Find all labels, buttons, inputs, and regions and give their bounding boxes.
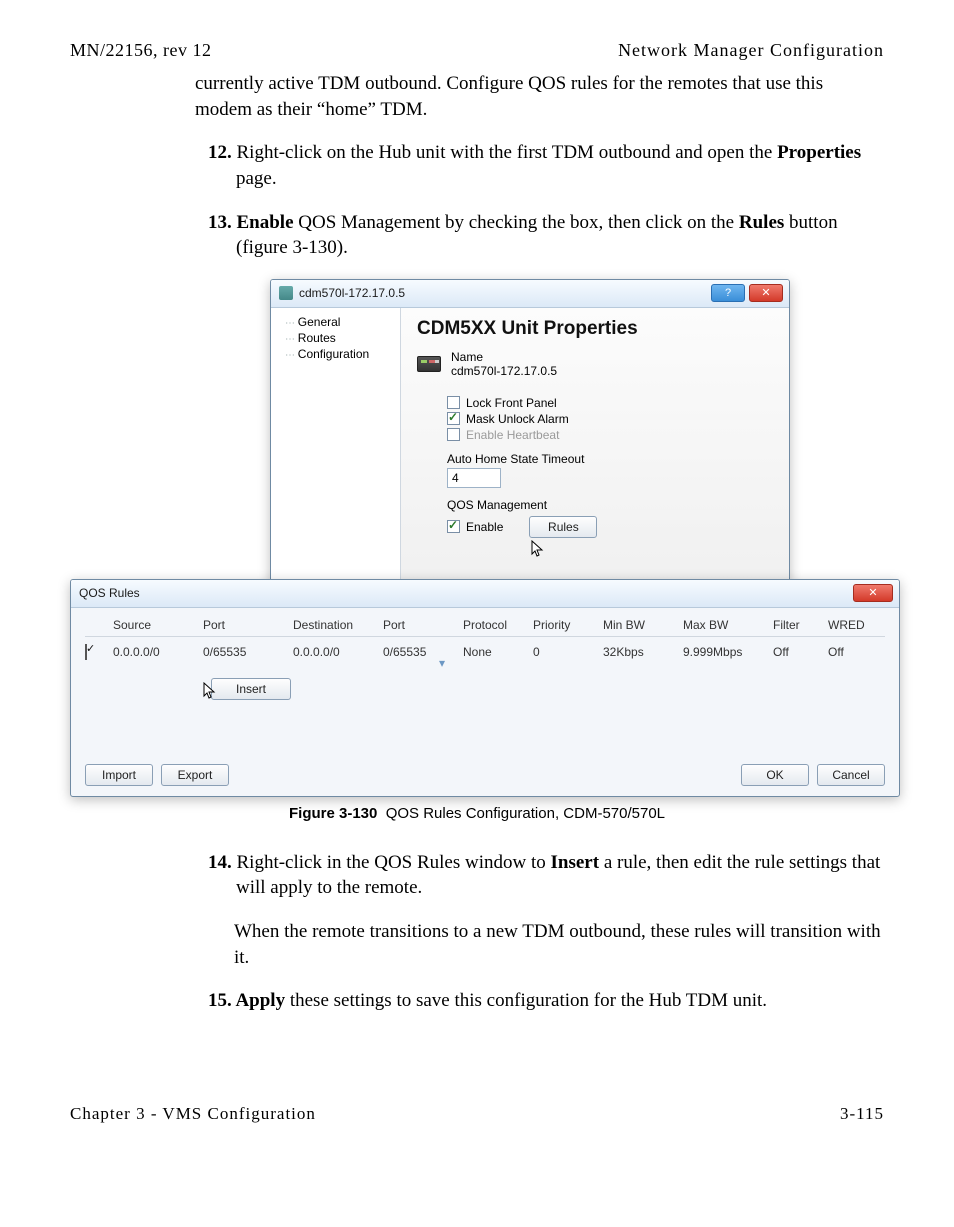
name-label: Name — [451, 350, 557, 364]
export-button[interactable]: Export — [161, 764, 229, 786]
cell-priority: 0 — [533, 645, 603, 659]
step-12-number: 12. — [208, 142, 232, 163]
cancel-button[interactable]: Cancel — [817, 764, 885, 786]
checkbox-heartbeat-label: Enable Heartbeat — [466, 428, 559, 442]
step-15-number: 15. — [208, 990, 232, 1011]
doc-section: Network Manager Configuration — [618, 40, 884, 61]
cell-sport: 0/65535 — [203, 645, 293, 659]
cell-maxbw: 9.999Mbps — [683, 645, 773, 659]
checkbox-qos-enable[interactable] — [447, 520, 460, 533]
close-icon[interactable]: ✕ — [853, 584, 893, 602]
step-13-number: 13. — [208, 212, 232, 233]
tree-node-configuration[interactable]: Configuration — [277, 346, 394, 362]
properties-word: Properties — [777, 142, 861, 163]
doc-id: MN/22156, rev 12 — [70, 40, 212, 61]
step-14-number: 14. — [208, 852, 232, 873]
cell-dport: 0/65535 — [383, 645, 463, 659]
col-priority: Priority — [533, 618, 603, 632]
col-maxbw: Max BW — [683, 618, 773, 632]
auto-home-label: Auto Home State Timeout — [447, 452, 773, 466]
cell-minbw: 32Kbps — [603, 645, 683, 659]
checkbox-heartbeat[interactable] — [447, 428, 460, 441]
import-button[interactable]: Import — [85, 764, 153, 786]
unit-properties-dialog: cdm570l-172.17.0.5 ? ✕ General Routes Co… — [270, 279, 790, 589]
intro-paragraph: currently active TDM outbound. Configure… — [195, 71, 884, 122]
step-14: 14. Right-click in the QOS Rules window … — [208, 850, 884, 901]
titlebar: QOS Rules ✕ — [71, 580, 899, 608]
cell-source: 0.0.0.0/0 — [113, 645, 203, 659]
footer-left: Chapter 3 - VMS Configuration — [70, 1104, 316, 1124]
rules-button[interactable]: Rules — [529, 516, 597, 538]
window-title: cdm570l-172.17.0.5 — [299, 286, 405, 300]
cursor-icon — [203, 682, 217, 700]
step-14-note: When the remote transitions to a new TDM… — [234, 919, 884, 970]
col-minbw: Min BW — [603, 618, 683, 632]
cell-protocol: None — [463, 645, 492, 659]
step-15: 15. Apply these settings to save this co… — [208, 988, 884, 1014]
cell-filter: Off — [773, 645, 828, 659]
enable-heartbeat-row[interactable]: Enable Heartbeat — [447, 428, 773, 442]
window-title: QOS Rules — [79, 586, 140, 600]
table-header: Source Port Destination Port Protocol Pr… — [85, 618, 885, 637]
mask-unlock-row[interactable]: Mask Unlock Alarm — [447, 412, 773, 426]
close-icon[interactable]: ✕ — [749, 284, 783, 302]
rules-word: Rules — [739, 212, 784, 233]
cursor-icon — [531, 540, 545, 558]
step-12: 12. Right-click on the Hub unit with the… — [208, 140, 884, 191]
checkbox-qos-enable-label: Enable — [466, 520, 503, 534]
titlebar: cdm570l-172.17.0.5 ? ✕ — [271, 280, 789, 308]
col-source: Source — [113, 618, 203, 632]
qos-management-label: QOS Management — [447, 498, 773, 512]
checkbox-lock[interactable] — [447, 396, 460, 409]
figure-caption: Figure 3-130 QOS Rules Configuration, CD… — [70, 805, 884, 822]
table-row[interactable]: 0.0.0.0/0 0/65535 0.0.0.0/0 0/65535 None… — [85, 641, 885, 663]
panel-heading: CDM5XX Unit Properties — [417, 318, 773, 340]
name-value: cdm570l-172.17.0.5 — [451, 364, 557, 378]
help-icon[interactable]: ? — [711, 284, 745, 302]
tree-node-routes[interactable]: Routes — [277, 330, 394, 346]
col-wred: WRED — [828, 618, 888, 632]
checkbox-mask-label: Mask Unlock Alarm — [466, 412, 569, 426]
step-13: 13. Enable QOS Management by checking th… — [208, 210, 884, 261]
chevron-down-icon: ▾ — [439, 656, 445, 670]
tree-node-general[interactable]: General — [277, 314, 394, 330]
nav-tree[interactable]: General Routes Configuration — [271, 308, 401, 588]
row-checkbox[interactable] — [85, 644, 87, 660]
col-port2: Port — [383, 618, 463, 632]
modem-icon — [417, 356, 441, 372]
ok-button[interactable]: OK — [741, 764, 809, 786]
cell-wred: Off — [828, 645, 888, 659]
qos-rules-dialog: QOS Rules ✕ Source Port Destination Port… — [70, 579, 900, 797]
app-icon — [279, 286, 293, 300]
checkbox-lock-label: Lock Front Panel — [466, 396, 557, 410]
insert-button[interactable]: Insert — [211, 678, 291, 700]
lock-front-panel-row[interactable]: Lock Front Panel — [447, 396, 773, 410]
footer-right: 3-115 — [840, 1104, 884, 1124]
auto-home-input[interactable]: 4 — [447, 468, 501, 488]
col-filter: Filter — [773, 618, 828, 632]
checkbox-mask[interactable] — [447, 412, 460, 425]
cell-dest: 0.0.0.0/0 — [293, 645, 383, 659]
col-destination: Destination — [293, 618, 383, 632]
col-protocol: Protocol — [463, 618, 533, 632]
col-port: Port — [203, 618, 293, 632]
